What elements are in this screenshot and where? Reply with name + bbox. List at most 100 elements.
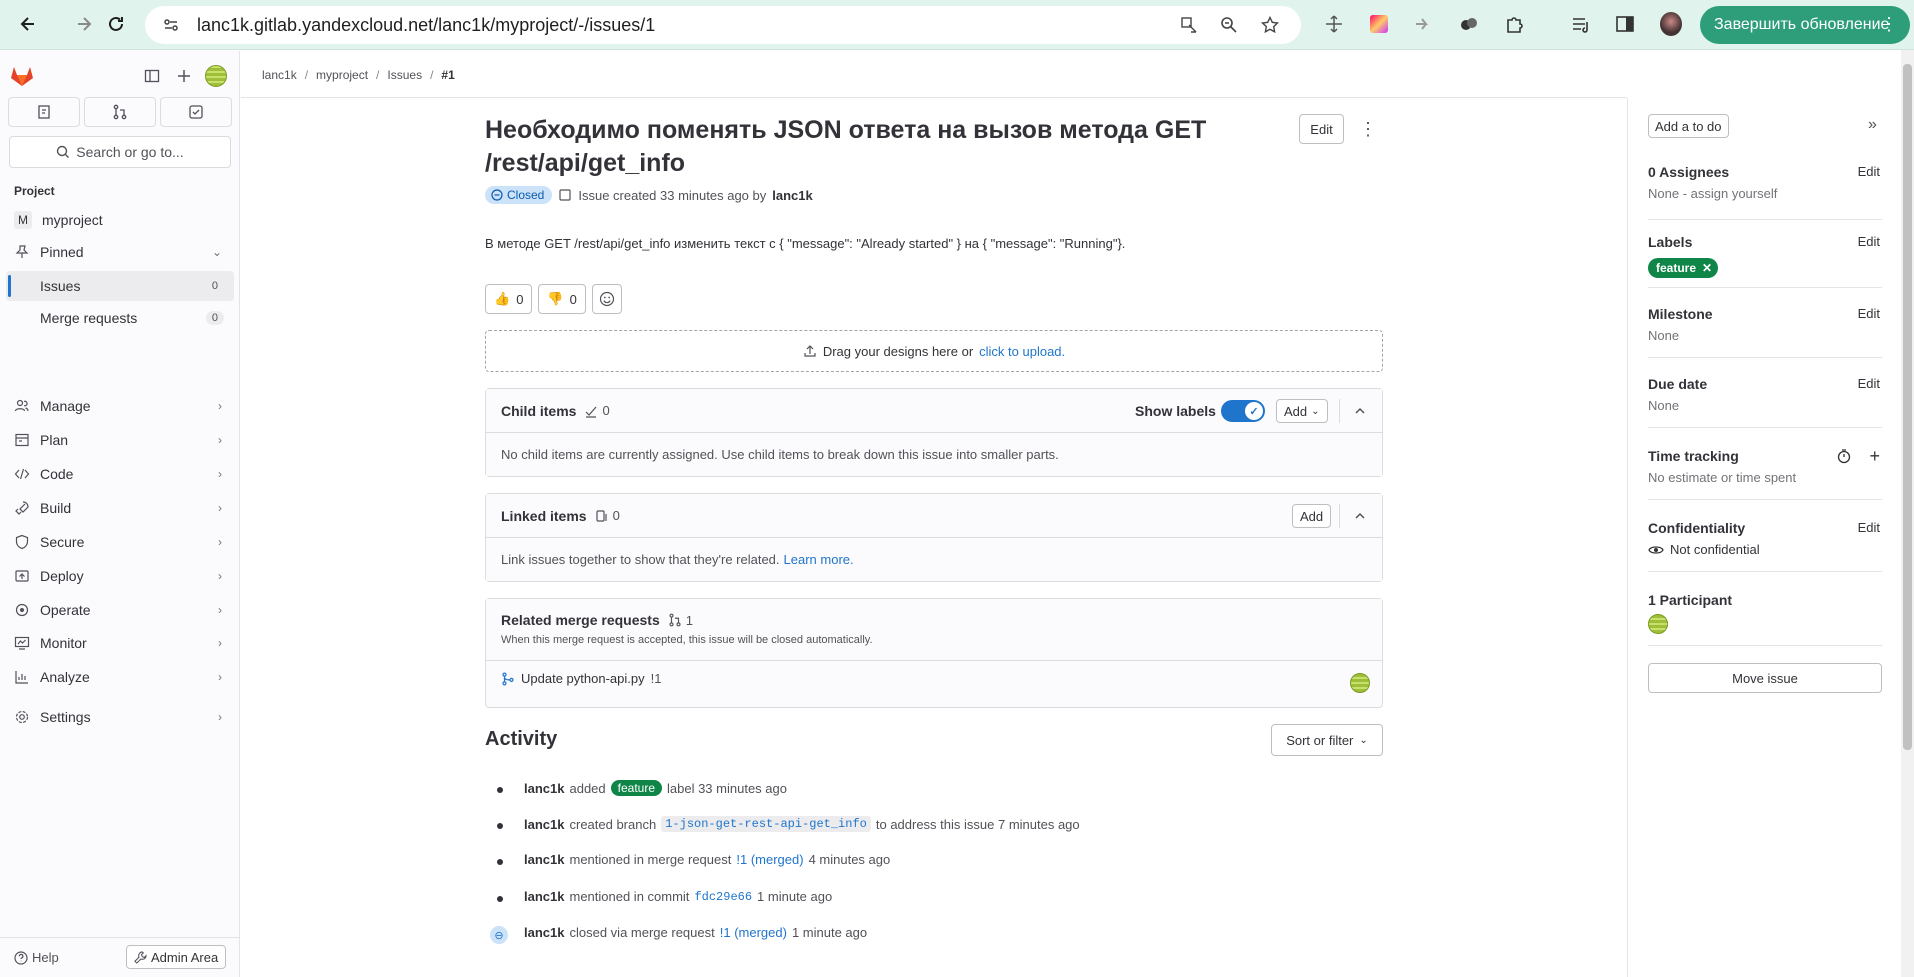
todo-list-icon[interactable]	[160, 97, 232, 127]
add-time-icon[interactable]: +	[1869, 446, 1880, 467]
show-labels-toggle[interactable]	[1221, 400, 1265, 422]
participant-avatar[interactable]	[1648, 614, 1668, 634]
sidebar-project-link[interactable]: M myproject	[6, 205, 234, 235]
child-items-add-button[interactable]: Add ⌄	[1276, 399, 1328, 423]
move-issue-button[interactable]: Move issue	[1648, 663, 1882, 693]
participants-title: 1 Participant	[1648, 592, 1733, 608]
help-link[interactable]: Help	[14, 950, 59, 965]
breadcrumb-project[interactable]: myproject	[316, 68, 368, 82]
thumbs-up-button[interactable]: 👍 0	[485, 284, 533, 314]
merge-request-link[interactable]: !1 (merged)	[736, 852, 803, 867]
more-actions-icon[interactable]: ⋮	[1358, 117, 1378, 141]
click-to-upload-link[interactable]: click to upload.	[979, 344, 1065, 359]
assignees-edit-link[interactable]: Edit	[1858, 164, 1880, 179]
due-date-edit-link[interactable]: Edit	[1858, 376, 1880, 391]
sidebar-item-monitor[interactable]: Monitor ›	[6, 628, 234, 658]
activity-label-pill[interactable]: feature	[610, 780, 662, 796]
sidebar-item-operate[interactable]: Operate ›	[6, 595, 234, 625]
sidebar-item-issues[interactable]: Issues 0	[6, 271, 234, 301]
collapse-right-sidebar-icon[interactable]: »	[1868, 116, 1877, 134]
collapse-sidebar-icon[interactable]	[140, 64, 164, 88]
chevron-up-icon[interactable]	[1348, 504, 1372, 528]
issue-author[interactable]: lanc1k	[772, 188, 812, 203]
extension-circles-icon[interactable]	[1458, 13, 1480, 35]
activity-action: mentioned in commit	[569, 889, 690, 904]
zoom-icon[interactable]	[1219, 15, 1239, 35]
site-settings-icon[interactable]	[161, 15, 181, 35]
search-button[interactable]: Search or go to...	[9, 136, 231, 168]
chevron-right-icon: ›	[218, 670, 222, 684]
sidebar-item-code[interactable]: Code ›	[6, 459, 234, 489]
activity-user[interactable]: lanc1k	[524, 852, 564, 867]
activity-user[interactable]: lanc1k	[524, 817, 564, 832]
mr-author-avatar[interactable]	[1350, 673, 1370, 693]
milestone-edit-link[interactable]: Edit	[1858, 306, 1880, 321]
playlist-icon[interactable]	[1570, 13, 1592, 35]
add-reaction-button[interactable]	[591, 284, 622, 314]
related-mr-link[interactable]: Update python-api.py	[521, 671, 645, 686]
child-items-title: Child items	[501, 402, 577, 419]
edit-issue-button[interactable]: Edit	[1299, 114, 1344, 144]
assign-yourself-link[interactable]: None - assign yourself	[1648, 186, 1882, 201]
branch-link[interactable]: 1-json-get-rest-api-get_info	[661, 816, 871, 832]
side-panel-icon[interactable]	[1614, 13, 1636, 35]
extension-gradient-icon[interactable]	[1368, 13, 1390, 35]
sidebar-item-label: Code	[40, 466, 74, 482]
sidebar-item-secure[interactable]: Secure ›	[6, 527, 234, 557]
plus-icon[interactable]	[172, 64, 196, 88]
sidebar-item-merge-requests[interactable]: Merge requests 0	[6, 303, 234, 333]
merge-requests-icon[interactable]	[84, 97, 156, 127]
user-avatar[interactable]	[204, 64, 228, 88]
learn-more-link[interactable]: Learn more.	[784, 552, 854, 567]
sidebar-pinned-toggle[interactable]: Pinned ⌄	[6, 237, 234, 267]
address-bar[interactable]: lanc1k.gitlab.yandexcloud.net/lanc1k/myp…	[145, 6, 1301, 44]
confidentiality-title: Confidentiality	[1648, 520, 1746, 536]
forward-icon[interactable]	[72, 12, 96, 36]
breadcrumb-current[interactable]: #1	[441, 68, 454, 82]
extensions-puzzle-icon[interactable]	[1503, 13, 1525, 35]
merge-request-link[interactable]: !1 (merged)	[720, 925, 787, 940]
remove-label-icon[interactable]: ✕	[1702, 261, 1712, 275]
reload-icon[interactable]	[104, 12, 128, 36]
extension-arrow-icon[interactable]	[1412, 13, 1434, 35]
admin-area-button[interactable]: Admin Area	[126, 945, 227, 969]
bookmark-star-icon[interactable]	[1260, 15, 1280, 35]
profile-avatar-icon[interactable]	[1660, 12, 1682, 36]
sidebar-item-build[interactable]: Build ›	[6, 493, 234, 523]
stopwatch-icon[interactable]	[1836, 448, 1852, 467]
sidebar-item-plan[interactable]: Plan ›	[6, 425, 234, 455]
update-button[interactable]: Завершить обновление ⋮	[1700, 6, 1910, 44]
move-icon[interactable]	[1323, 13, 1345, 35]
scrollbar-thumb[interactable]	[1903, 64, 1912, 750]
divider	[1339, 399, 1340, 423]
activity-user[interactable]: lanc1k	[524, 925, 564, 940]
browser-menu-icon[interactable]: ⋮	[1880, 14, 1898, 35]
gitlab-logo-icon[interactable]	[10, 64, 34, 88]
activity-time: to address this issue 7 minutes ago	[875, 816, 1080, 832]
chevron-up-icon[interactable]	[1348, 399, 1372, 423]
breadcrumb-user[interactable]: lanc1k	[262, 68, 297, 82]
assigned-issues-icon[interactable]	[8, 97, 80, 127]
confidentiality-edit-link[interactable]: Edit	[1858, 520, 1880, 535]
back-icon[interactable]	[16, 12, 40, 36]
sort-filter-button[interactable]: Sort or filter ⌄	[1271, 724, 1383, 756]
thumbs-down-button[interactable]: 👎 0	[538, 284, 586, 314]
labels-edit-link[interactable]: Edit	[1858, 234, 1880, 249]
update-button-label: Завершить обновление	[1714, 16, 1890, 33]
linked-items-add-button[interactable]: Add	[1292, 504, 1332, 528]
feature-label-pill[interactable]: feature ✕	[1648, 258, 1719, 278]
sidebar-item-analyze[interactable]: Analyze ›	[6, 662, 234, 692]
sidebar-item-deploy[interactable]: Deploy ›	[6, 561, 234, 591]
activity-user[interactable]: lanc1k	[524, 889, 564, 904]
sidebar-item-manage[interactable]: Manage ›	[6, 391, 234, 421]
add-todo-button[interactable]: Add a to do	[1648, 114, 1729, 138]
design-upload-zone[interactable]: Drag your designs here or click to uploa…	[485, 330, 1383, 372]
breadcrumb-issues[interactable]: Issues	[387, 68, 422, 82]
sidebar-item-settings[interactable]: Settings ›	[6, 702, 234, 732]
add-button-label: Add	[1284, 403, 1308, 419]
related-mr-row[interactable]: Update python-api.py !1	[501, 671, 661, 686]
translate-icon[interactable]	[1179, 15, 1199, 35]
page-scrollbar[interactable]	[1901, 50, 1914, 977]
activity-user[interactable]: lanc1k	[524, 781, 564, 796]
commit-link[interactable]: fdc29e66	[694, 890, 752, 904]
